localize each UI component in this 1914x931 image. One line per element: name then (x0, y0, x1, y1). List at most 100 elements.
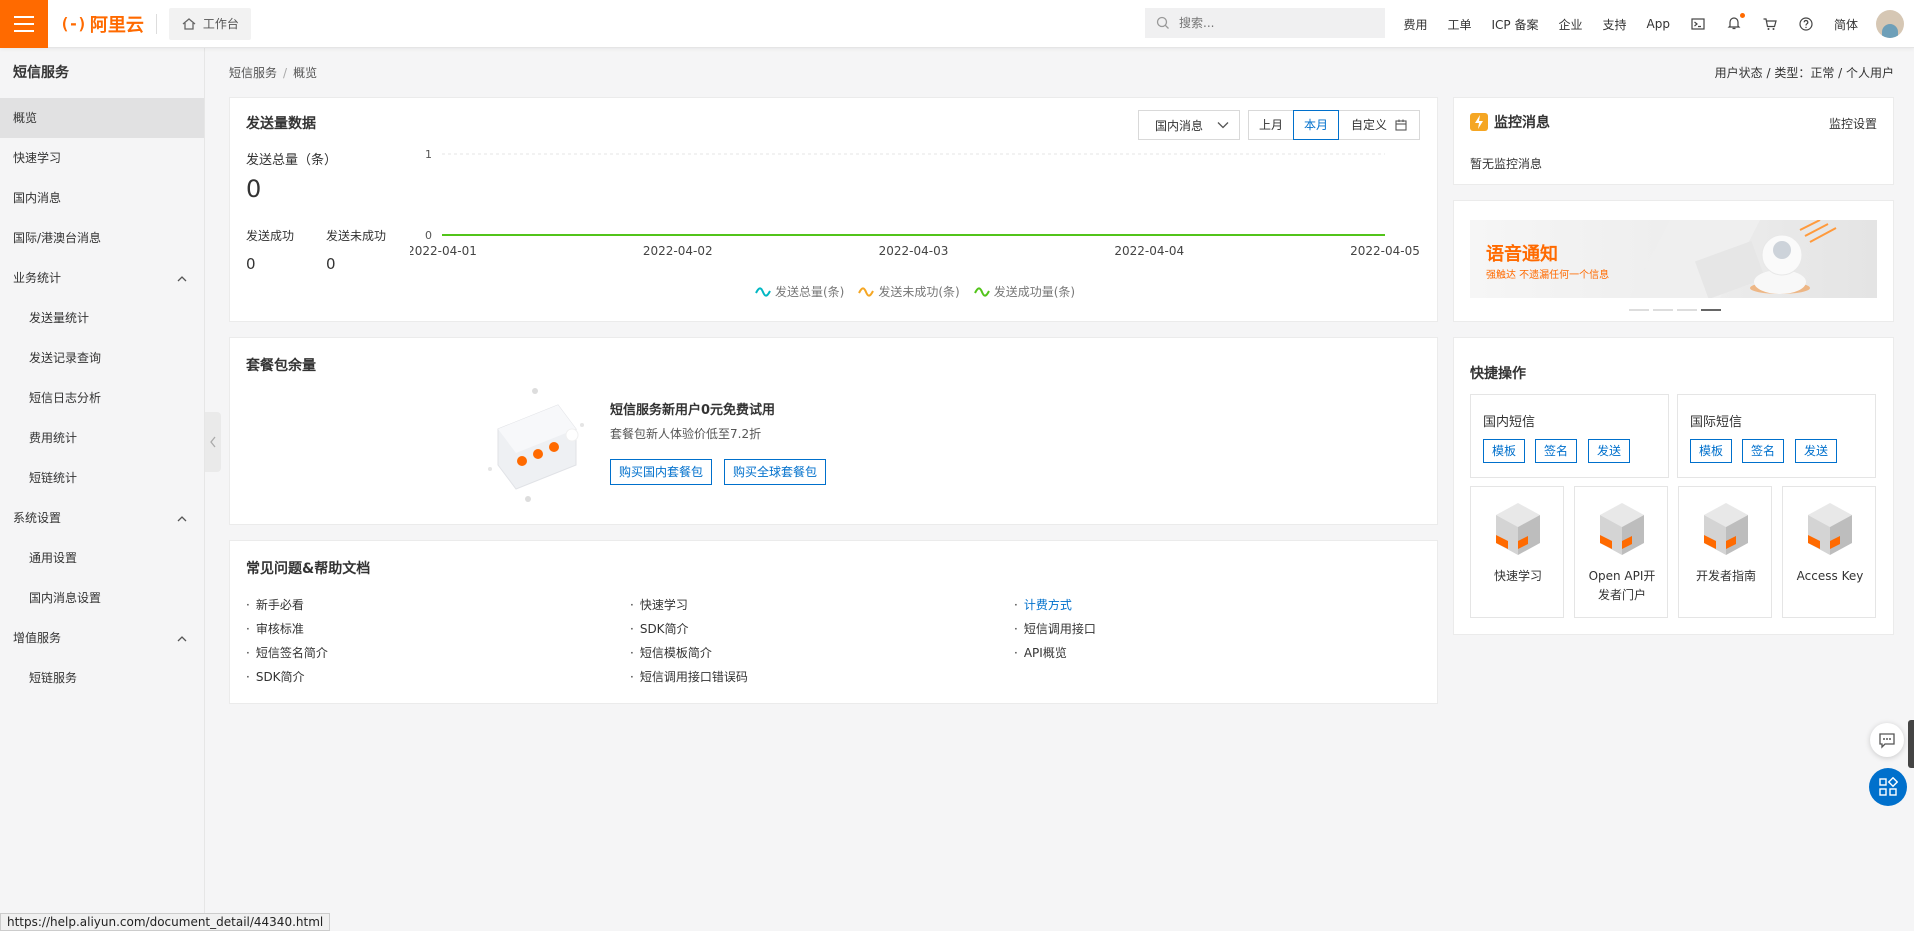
legend-item[interactable]: 发送未成功(条) (858, 283, 960, 300)
chat-icon (1879, 733, 1895, 749)
feedback-chat-button[interactable] (1870, 723, 1904, 757)
date-range-group: 上月 本月 自定义 (1248, 110, 1421, 140)
carousel-dot[interactable] (1629, 309, 1649, 311)
sidebar-item-cost-stats[interactable]: 费用统计 (0, 418, 204, 458)
monitor-settings-link[interactable]: 监控设置 (1829, 115, 1877, 132)
fail-value: 0 (326, 255, 336, 273)
logo-icon: (-) (60, 14, 87, 33)
quick-actions-card: 快捷操作 国内短信 模板 签名 发送 国际短信 模板 签名 发送 快速学习 Op… (1453, 337, 1894, 635)
sidebar-item-log-analysis[interactable]: 短信日志分析 (0, 378, 204, 418)
x-tick-label: 2022-04-05 (1350, 244, 1420, 258)
sidebar-item-general-settings[interactable]: 通用设置 (0, 538, 204, 578)
search-input[interactable] (1179, 16, 1369, 30)
sidebar: 短信服务 概览 快速学习 国内消息 国际/港澳台消息 业务统计 发送量统计 发送… (0, 48, 205, 931)
nav-app[interactable]: App (1637, 17, 1680, 31)
faq-link[interactable]: 短信调用接口 (1014, 620, 1096, 637)
domestic-send-button[interactable]: 发送 (1588, 439, 1631, 463)
sidebar-item-send-stats[interactable]: 发送量统计 (0, 298, 204, 338)
tile-developer-guide[interactable]: 开发者指南 (1678, 486, 1772, 618)
workbench-label: 工作台 (202, 17, 239, 31)
tile-access-key[interactable]: Access Key (1782, 486, 1876, 618)
range-this-month-button[interactable]: 本月 (1293, 110, 1340, 140)
sidebar-item-shortlink-stats[interactable]: 短链统计 (0, 458, 204, 498)
sidebar-item-shortlink-service[interactable]: 短链服务 (0, 658, 204, 698)
sidebar-group-system-settings[interactable]: 系统设置 (0, 498, 204, 538)
carousel-dots (1629, 309, 1721, 311)
sidebar-item-send-records[interactable]: 发送记录查询 (0, 338, 204, 378)
success-value: 0 (246, 255, 256, 273)
sidebar-item-quick-learn[interactable]: 快速学习 (0, 138, 204, 178)
region-select[interactable]: 国内消息 (1138, 110, 1240, 140)
cube-icon (1600, 503, 1644, 555)
avatar[interactable] (1876, 10, 1904, 38)
success-label: 发送成功 (246, 229, 295, 243)
faq-link[interactable]: 短信调用接口错误码 (630, 668, 748, 685)
send-volume-title: 发送量数据 (246, 116, 316, 132)
faq-link[interactable]: 短信签名简介 (246, 644, 328, 661)
breadcrumb-current: 概览 (293, 66, 318, 80)
banner-subtitle: 强触达 不遗漏任何一个信息 (1486, 270, 1610, 281)
nav-icp[interactable]: ICP 备案 (1482, 16, 1549, 33)
sidebar-group-label: 业务统计 (13, 271, 62, 285)
search-icon (1156, 16, 1169, 29)
help-icon[interactable] (1788, 16, 1824, 32)
sidebar-item-domestic[interactable]: 国内消息 (0, 178, 204, 218)
sidebar-collapse-handle[interactable] (205, 412, 221, 472)
domestic-template-button[interactable]: 模板 (1483, 439, 1526, 463)
aliyun-logo[interactable]: (-) 阿里云 (60, 11, 144, 37)
faq-link[interactable]: 快速学习 (630, 596, 688, 613)
carousel-dot[interactable] (1677, 309, 1697, 311)
faq-link[interactable]: 审核标准 (246, 620, 304, 637)
nav-fees[interactable]: 费用 (1393, 16, 1437, 33)
edge-drawer-handle[interactable] (1908, 720, 1914, 768)
carousel-dot-active[interactable] (1701, 309, 1721, 311)
buy-domestic-package-button[interactable]: 购买国内套餐包 (610, 459, 713, 485)
range-last-month-button[interactable]: 上月 (1248, 110, 1295, 140)
terminal-icon[interactable] (1680, 16, 1716, 32)
international-send-button[interactable]: 发送 (1795, 439, 1838, 463)
faq-link[interactable]: SDK简介 (630, 620, 689, 637)
cart-icon[interactable] (1752, 16, 1788, 32)
nav-enterprise[interactable]: 企业 (1549, 16, 1593, 33)
faq-link[interactable]: API概览 (1014, 644, 1067, 661)
apps-float-button[interactable] (1869, 768, 1907, 806)
tile-quick-learn[interactable]: 快速学习 (1470, 486, 1564, 618)
language-switch[interactable]: 简体 (1824, 16, 1868, 33)
monitor-card: 监控消息 监控设置 暂无监控消息 (1453, 97, 1894, 185)
international-sms-title: 国际短信 (1690, 415, 1743, 430)
send-volume-card: 发送量数据 国内消息 上月 本月 自定义 发送总量（条） 0 发送成功 0 发送… (229, 97, 1438, 322)
international-template-button[interactable]: 模板 (1690, 439, 1733, 463)
sidebar-group-value-added[interactable]: 增值服务 (0, 618, 204, 658)
legend-wave-icon (858, 286, 875, 297)
faq-link-pricing[interactable]: 计费方式 (1014, 596, 1072, 613)
chevron-up-icon (177, 636, 187, 642)
breadcrumb-root[interactable]: 短信服务 (229, 66, 277, 80)
workbench-button[interactable]: 工作台 (168, 7, 251, 40)
international-signature-button[interactable]: 签名 (1742, 439, 1785, 463)
carousel-dot[interactable] (1653, 309, 1673, 311)
range-custom-button[interactable]: 自定义 (1338, 110, 1421, 140)
faq-link[interactable]: SDK简介 (246, 668, 305, 685)
region-select-value: 国内消息 (1155, 118, 1204, 133)
domestic-signature-button[interactable]: 签名 (1535, 439, 1578, 463)
legend-label: 发送总量(条) (775, 285, 845, 299)
promo-banner[interactable]: 语音通知 强触达 不遗漏任何一个信息 (1470, 220, 1877, 298)
buy-global-package-button[interactable]: 购买全球套餐包 (724, 459, 827, 485)
package-headline: 短信服务新用户0元免费试用 (610, 403, 776, 418)
sidebar-item-overview[interactable]: 概览 (0, 98, 204, 138)
tile-open-api[interactable]: Open API开发者门户 (1574, 486, 1668, 618)
faq-link[interactable]: 短信模板简介 (630, 644, 712, 661)
search-box[interactable] (1145, 8, 1385, 38)
bell-icon[interactable] (1716, 12, 1752, 34)
hamburger-menu-button[interactable] (0, 0, 48, 48)
range-custom-label: 自定义 (1351, 118, 1388, 132)
faq-link[interactable]: 新手必看 (246, 596, 304, 613)
legend-item[interactable]: 发送成功量(条) (973, 283, 1075, 300)
sidebar-item-domestic-settings[interactable]: 国内消息设置 (0, 578, 204, 618)
sidebar-group-business-stats[interactable]: 业务统计 (0, 258, 204, 298)
nav-support[interactable]: 支持 (1593, 16, 1637, 33)
nav-tickets[interactable]: 工单 (1438, 16, 1482, 33)
sidebar-item-international[interactable]: 国际/港澳台消息 (0, 218, 204, 258)
monitor-empty-text: 暂无监控消息 (1470, 157, 1543, 171)
legend-item[interactable]: 发送总量(条) (755, 283, 844, 300)
